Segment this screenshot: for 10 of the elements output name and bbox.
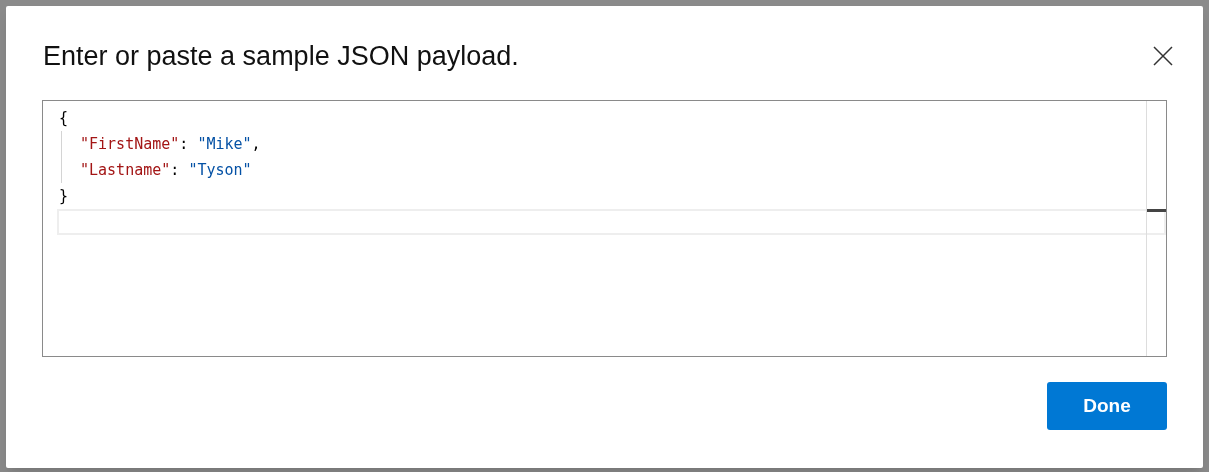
code-line: "FirstName": "Mike", (61, 131, 261, 157)
cursor-marker (1147, 209, 1166, 212)
code-line: { (59, 108, 69, 129)
close-icon[interactable] (1151, 44, 1175, 68)
dialog-title: Enter or paste a sample JSON payload. (43, 39, 519, 73)
code-line: "Lastname": "Tyson" (61, 157, 252, 183)
code-editor[interactable]: { "FirstName": "Mike", "Lastname": "Tyson" } (42, 100, 1167, 357)
done-button[interactable]: Done (1047, 382, 1167, 430)
scrollbar[interactable] (1146, 101, 1166, 356)
code-line: } (59, 186, 69, 207)
